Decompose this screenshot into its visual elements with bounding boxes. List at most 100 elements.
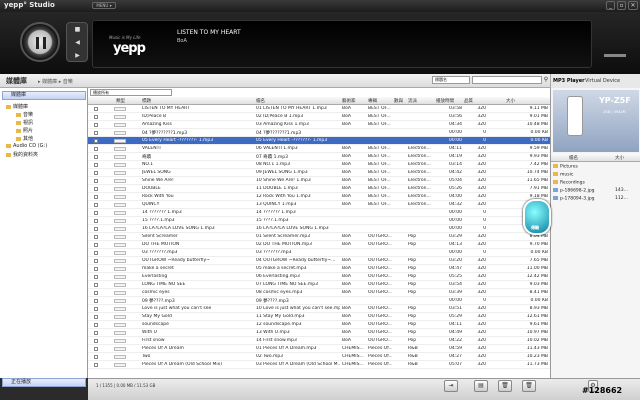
- row-checkbox[interactable]: [94, 259, 98, 263]
- row-checkbox[interactable]: [94, 307, 98, 311]
- row-checkbox[interactable]: [94, 291, 98, 295]
- table-row[interactable]: soundscape 12 soundscape.mp3 BoA OUTGRO... P…: [88, 321, 550, 329]
- row-checkbox[interactable]: [94, 107, 98, 111]
- row-checkbox[interactable]: [94, 235, 98, 239]
- row-checkbox[interactable]: [94, 187, 98, 191]
- table-row[interactable]: VALENTI 06 VALENTI 1.mp3 BoA BEST OF... Elec…: [88, 145, 550, 153]
- stop-button[interactable]: ■: [72, 25, 83, 34]
- row-checkbox[interactable]: [94, 211, 98, 215]
- table-row[interactable]: 15 ????.1.mp315 ????.1.mp300:0000.00 KB: [88, 217, 550, 225]
- row-checkbox[interactable]: [94, 131, 98, 135]
- table-row[interactable]: 奇蹟 07 奇蹟 1.mp3 BoA BEST OF... Electron... 04:…: [88, 153, 550, 161]
- volume-slider[interactable]: [604, 54, 626, 57]
- row-checkbox[interactable]: [94, 339, 98, 343]
- table-row[interactable]: cosmic eyes 08 cosmic eyes.mp3 BoA OUTGRO..…: [88, 289, 550, 297]
- row-checkbox[interactable]: [94, 171, 98, 175]
- trash-button[interactable]: 🗑: [498, 380, 512, 392]
- tab-virtual-device[interactable]: Virtual Device: [585, 78, 620, 84]
- menu-button[interactable]: MENU ▾: [92, 2, 116, 9]
- sidebar-item[interactable]: Audio CD (G:): [6, 143, 47, 149]
- device-file-item[interactable]: Pictures: [553, 164, 639, 170]
- table-row[interactable]: 04 ?夢???????1.mp3 04 ?夢???????1.mp3 00:00 0…: [88, 129, 550, 137]
- table-row[interactable]: 09 夢????.mp3 09 夢????.mp3 00:00 0 0.00 KB: [88, 297, 550, 305]
- row-checkbox[interactable]: [94, 203, 98, 207]
- column-header[interactable]: 類型: [116, 98, 125, 104]
- table-row[interactable]: Rock With You 12 Rock With You 1.mp3 BoA BE…: [88, 193, 550, 201]
- row-checkbox[interactable]: [94, 227, 98, 231]
- column-header[interactable]: 數與: [394, 98, 403, 104]
- row-checkbox[interactable]: [94, 275, 98, 279]
- send-to-device-button[interactable]: ⇥: [444, 380, 458, 392]
- row-checkbox[interactable]: [94, 243, 98, 247]
- table-row[interactable]: make a secret 05 make a secret.mp3 BoA OUTG…: [88, 265, 550, 273]
- sidebar-header[interactable]: 媒體庫: [2, 91, 86, 100]
- device-col-size[interactable]: 大小: [615, 155, 624, 161]
- maximize-button[interactable]: ▫: [617, 1, 626, 10]
- table-row[interactable]: LISTEN TO MY HEART 01 LISTEN TO MY HEART …: [88, 105, 550, 113]
- row-checkbox[interactable]: [94, 163, 98, 167]
- row-checkbox[interactable]: [94, 139, 98, 143]
- sidebar-item[interactable]: 照片: [16, 127, 33, 134]
- row-checkbox[interactable]: [94, 267, 98, 271]
- table-row[interactable]: DOUBLE 11 DOUBLE 1.mp3 BoA BEST OF... Electr…: [88, 185, 550, 193]
- row-checkbox[interactable]: [94, 315, 98, 319]
- search-scope-select[interactable]: 標題名: [432, 76, 470, 84]
- row-checkbox[interactable]: [94, 347, 98, 351]
- row-checkbox[interactable]: [94, 355, 98, 359]
- column-header[interactable]: 流派: [408, 98, 417, 104]
- row-checkbox[interactable]: [94, 147, 98, 151]
- sidebar-item[interactable]: 視訊: [16, 119, 33, 126]
- close-button[interactable]: ✕: [628, 1, 638, 10]
- prev-button[interactable]: ◀: [72, 38, 83, 47]
- row-checkbox[interactable]: [94, 299, 98, 303]
- column-header[interactable]: 標題: [142, 98, 151, 104]
- tab-mp3-player[interactable]: MP3 Player: [553, 78, 585, 84]
- table-row[interactable]: Silent Screamer 01 Silent Screamer.mp3 BoA…: [88, 233, 550, 241]
- row-checkbox[interactable]: [94, 363, 98, 367]
- sidebar-item[interactable]: 媒體庫: [6, 103, 28, 110]
- transfer-button[interactable]: 傳輸: [523, 199, 551, 235]
- row-checkbox[interactable]: [94, 331, 98, 335]
- table-row[interactable]: Two 02 Two.mp3 CHEMIS... Pieces Of... R&B 04:…: [88, 353, 550, 361]
- next-button[interactable]: ▶: [72, 51, 83, 60]
- table-row[interactable]: 14 ??????? 1.mp314 ??????? 1.mp300:0000.…: [88, 209, 550, 217]
- search-icon[interactable]: ⚲: [542, 76, 550, 84]
- play-pause-button[interactable]: [20, 22, 60, 62]
- device-file-item[interactable]: Recordings: [553, 180, 639, 186]
- volume-control[interactable]: [600, 24, 630, 64]
- filter-select[interactable]: 播放所有: [90, 89, 172, 96]
- table-row[interactable]: Everlasting 06 Everlasting.mp3 BoA OUTGRO..…: [88, 273, 550, 281]
- table-row[interactable]: DO THE MOTION 02 DO THE MOTION.mp3 BoA OUTG…: [88, 241, 550, 249]
- row-checkbox[interactable]: [94, 323, 98, 327]
- device-file-item[interactable]: music: [553, 172, 639, 178]
- column-header[interactable]: 藝術家: [342, 98, 356, 104]
- table-row[interactable]: Shine We Are! 10 Shine We Are! 1.mp3 BoA BE…: [88, 177, 550, 185]
- breadcrumb[interactable]: ▸ 媒體庫 ▸ 音樂: [38, 78, 73, 85]
- table-row[interactable]: LONG TIME NO SEE 07 LONG TIME NO SEE.mp3 B…: [88, 281, 550, 289]
- minimize-button[interactable]: _: [606, 1, 615, 10]
- device-file-item[interactable]: p-186698-2.jpg 143...: [553, 188, 639, 194]
- sidebar-item[interactable]: 我的資料夾: [6, 151, 38, 158]
- now-playing-tab[interactable]: 正在播放: [2, 378, 86, 387]
- table-row[interactable]: ID;Peace B 02 ID;Peace B 1.mp3 BoA BEST OF.…: [88, 113, 550, 121]
- row-checkbox[interactable]: [94, 123, 98, 127]
- table-row[interactable]: First snow 14 First snow.mp3 BoA OUTGRO... P…: [88, 337, 550, 345]
- table-row[interactable]: Stay My Gold 11 Stay My Gold.mp3 BoA OUTGRO…: [88, 313, 550, 321]
- device-file-item[interactable]: p-178094-3.jpg 112...: [553, 196, 639, 202]
- row-checkbox[interactable]: [94, 283, 98, 287]
- table-row[interactable]: OUTGROW ~Ready butterfly~ 04 OUTGROW ~Rea…: [88, 257, 550, 265]
- table-row[interactable]: QUINCY 13 QUINCY 1.mp3 BoA BEST OF... Electr…: [88, 201, 550, 209]
- table-row[interactable]: Love is just what you can't see 10 Love i…: [88, 305, 550, 313]
- device-col-name[interactable]: 檔名: [569, 155, 578, 161]
- table-row[interactable]: With U 13 With U.mp3 BoA OUTGRO... Pop 04:49 3…: [88, 329, 550, 337]
- row-checkbox[interactable]: [94, 155, 98, 159]
- row-checkbox[interactable]: [94, 115, 98, 119]
- column-header[interactable]: 播放時間: [436, 98, 454, 104]
- sidebar-item[interactable]: 音樂: [16, 111, 33, 118]
- column-header[interactable]: 大小: [506, 98, 515, 104]
- row-checkbox[interactable]: [94, 219, 98, 223]
- table-row[interactable]: 16 LA?LA?LA LOVE SONG 1.mp3 16 LA?LA?LA L…: [88, 225, 550, 233]
- row-checkbox[interactable]: [94, 251, 98, 255]
- table-row[interactable]: 05 Every Heart -???????- 1.mp3 05 Every H…: [88, 137, 550, 145]
- column-header[interactable]: 檔名: [256, 98, 265, 104]
